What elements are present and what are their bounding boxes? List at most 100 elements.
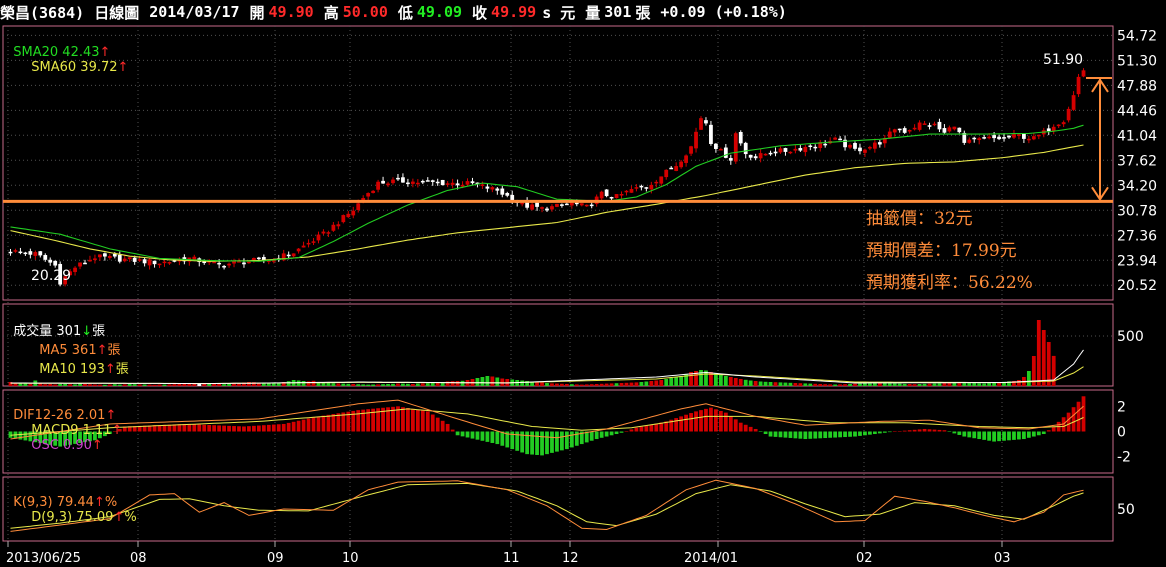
candle-down [23, 252, 28, 255]
candle-down [425, 180, 430, 182]
volume-bar [247, 382, 251, 386]
volume-bar [550, 383, 554, 386]
osc-bar [967, 431, 972, 438]
osc-bar [997, 431, 1001, 442]
candle-up [415, 182, 420, 185]
osc-bar [291, 421, 296, 432]
volume-bar [823, 384, 828, 386]
osc-bar [758, 431, 763, 432]
osc-bar [1007, 431, 1011, 441]
x-tick-label: 2013/06/25 [6, 551, 81, 566]
volume-bar [425, 383, 430, 386]
volume-bar [932, 383, 937, 386]
volume-legend-unit: 張 [92, 324, 106, 339]
candle-up [967, 139, 972, 143]
osc-bar [649, 424, 654, 432]
candle-down [48, 259, 53, 263]
osc-bar [927, 429, 932, 432]
volume-bar [768, 382, 773, 386]
candle-up [316, 234, 321, 241]
osc-bar [455, 431, 460, 436]
candle-up [718, 148, 723, 151]
volume-bar [396, 383, 400, 386]
osc-bar [912, 429, 917, 432]
volume-bar [718, 375, 723, 386]
volume-bar [907, 384, 912, 386]
volume-bar [594, 384, 599, 386]
macd-tick-label: 2 [1117, 399, 1126, 415]
osc-bar [470, 431, 475, 439]
volume-bar [1026, 371, 1031, 386]
candle-up [336, 224, 341, 227]
x-tick-label: 02 [856, 551, 873, 566]
candle-up [227, 263, 231, 266]
candle-up [863, 149, 867, 153]
candle-down [53, 260, 58, 266]
osc-bar [614, 431, 619, 435]
volume-bar [58, 383, 63, 386]
osc-bar [266, 424, 271, 432]
candle-up [952, 126, 957, 130]
macd-legend: DIF12-26 2.01↑ MACD9 1.11↑ OSC 0.90↑ [5, 393, 122, 453]
candle-up [932, 123, 937, 126]
volume-bar [475, 378, 480, 386]
volume-bar [818, 384, 823, 386]
candle-down [381, 180, 385, 184]
volume-bar [177, 384, 182, 386]
candle-up [326, 232, 331, 234]
osc-bar [217, 425, 222, 432]
candle-up [892, 129, 897, 133]
candle-down [838, 138, 842, 141]
osc-bar [942, 430, 947, 432]
osc-bar [1081, 396, 1086, 432]
candle-up [868, 147, 872, 149]
volume-bar [331, 383, 336, 386]
osc-bar [783, 431, 788, 438]
osc-bar [475, 431, 480, 440]
osc-bar [863, 431, 867, 436]
candle-down [723, 147, 728, 158]
volume-bar [102, 384, 107, 386]
osc-bar [872, 431, 877, 435]
volume-bar [1041, 330, 1046, 386]
volume-bar [53, 384, 58, 386]
candle-up [1017, 134, 1021, 136]
volume-bar [967, 382, 972, 386]
osc-bar [838, 431, 842, 438]
candle-up [679, 161, 684, 168]
candle-up [480, 184, 485, 186]
candle-down [644, 187, 649, 189]
candle-up [167, 262, 172, 264]
candle-down [877, 142, 882, 145]
candle-down [927, 125, 932, 127]
volume-bar [743, 379, 748, 386]
osc-bar [222, 425, 226, 432]
candle-up [649, 184, 654, 190]
volume-bar [942, 383, 947, 386]
macd-tick-label: -2 [1117, 450, 1131, 466]
candle-down [748, 154, 753, 158]
volume-bar [78, 383, 82, 386]
volume-bar [977, 383, 982, 386]
volume-bar [912, 384, 917, 386]
volume-bar [858, 383, 862, 386]
volume-bar [947, 382, 952, 386]
volume-bar [127, 384, 132, 386]
osc-bar [932, 429, 937, 432]
volume-bar [813, 383, 818, 386]
candle-down [609, 197, 614, 199]
price-tick-label: 37.62 [1117, 153, 1157, 169]
up-arrow-icon: ↑ [93, 495, 105, 510]
price-tick-label: 27.36 [1117, 228, 1157, 244]
volume-bar [83, 384, 87, 386]
candle-up [654, 181, 659, 184]
osc-bar [594, 431, 599, 440]
candle-down [112, 253, 117, 257]
candle-up [1066, 108, 1071, 121]
up-arrow-icon: ↑ [105, 408, 117, 423]
candle-down [535, 202, 539, 207]
candle-down [440, 179, 445, 186]
candle-up [778, 148, 783, 153]
up-arrow-icon: ↑ [91, 438, 103, 453]
osc-bar [947, 431, 952, 432]
